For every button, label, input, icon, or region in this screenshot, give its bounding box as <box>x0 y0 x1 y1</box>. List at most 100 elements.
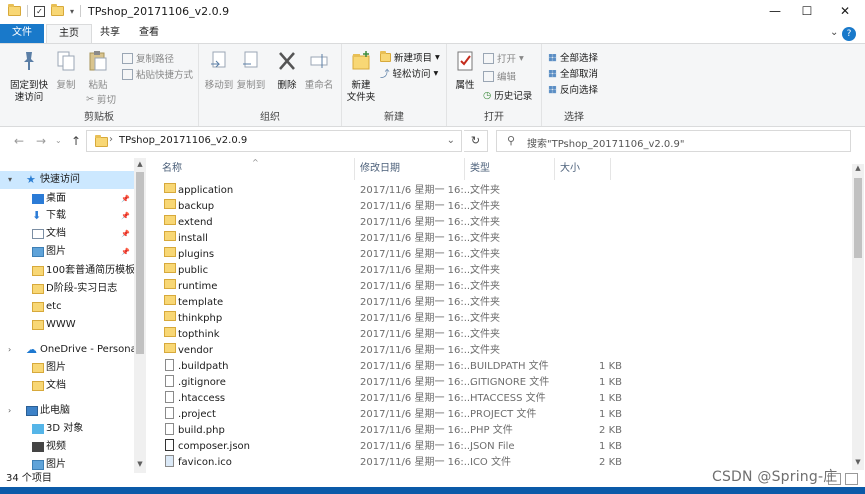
open-button[interactable]: 打开 ▾ <box>483 51 524 65</box>
column-header-type[interactable]: 类型 <box>470 158 490 180</box>
nav-item[interactable]: 图片 📌 <box>0 243 134 261</box>
minimize-button[interactable]: — <box>760 0 790 24</box>
recent-locations-chevron-icon[interactable]: ⌄ <box>55 136 62 145</box>
pin-quick-access-button[interactable]: 固定到快 速访问 <box>6 50 52 104</box>
file-row[interactable]: public 2017/11/6 星期一 16:... 文件夹 <box>158 263 628 279</box>
file-row[interactable]: .project 2017/11/6 星期一 16:... PROJECT 文件 1 … <box>158 407 628 423</box>
file-row[interactable]: application 2017/11/6 星期一 16:... 文件夹 <box>158 183 628 199</box>
scroll-down-arrow-icon[interactable]: ▼ <box>852 458 864 466</box>
file-row[interactable]: plugins 2017/11/6 星期一 16:... 文件夹 <box>158 247 628 263</box>
file-row[interactable]: runtime 2017/11/6 星期一 16:... 文件夹 <box>158 279 628 295</box>
rename-button[interactable]: 重命名 <box>303 50 335 92</box>
tab-share[interactable]: 共享 <box>88 24 132 44</box>
nav-item[interactable]: WWW <box>0 316 134 334</box>
tab-file[interactable]: 文件 <box>0 24 44 44</box>
file-row[interactable]: topthink 2017/11/6 星期一 16:... 文件夹 <box>158 327 628 343</box>
column-header-name[interactable]: 名称 <box>162 158 182 180</box>
file-row[interactable]: .gitignore 2017/11/6 星期一 16:... GITIGNORE … <box>158 375 628 391</box>
column-divider[interactable] <box>554 158 555 180</box>
search-input[interactable]: ⚲ 搜索"TPshop_20171106_v2.0.9" <box>496 130 851 152</box>
file-row[interactable]: .htaccess 2017/11/6 星期一 16:... HTACCESS 文件… <box>158 391 628 407</box>
tab-home[interactable]: 主页 <box>46 24 92 44</box>
nav-item[interactable]: ▾ ★ 快速访问 <box>0 171 134 189</box>
move-to-button[interactable]: 移动到 <box>203 50 235 92</box>
column-header-size[interactable]: 大小 <box>560 158 580 180</box>
copy-to-button[interactable]: 复制到 <box>235 50 267 92</box>
paste-button[interactable]: 粘贴 <box>84 50 112 92</box>
customize-dropdown-icon[interactable]: ▾ <box>70 7 74 16</box>
expand-chevron-icon[interactable]: › <box>8 341 11 359</box>
nav-item[interactable]: 文档 📌 <box>0 225 134 243</box>
nav-item[interactable]: 文档 <box>0 377 134 395</box>
scroll-up-arrow-icon[interactable]: ▲ <box>134 160 146 168</box>
column-header-date[interactable]: 修改日期 <box>360 158 400 180</box>
nav-item[interactable]: D阶段-实习日志 <box>0 280 134 298</box>
edit-button[interactable]: 编辑 <box>483 69 516 83</box>
copy-path-label: 复制路径 <box>136 54 175 65</box>
file-icon <box>165 375 174 387</box>
scroll-up-arrow-icon[interactable]: ▲ <box>852 164 864 172</box>
nav-pane-scroll-thumb[interactable] <box>136 172 144 354</box>
new-folder-button[interactable]: 新建 文件夹 <box>344 50 378 104</box>
column-divider[interactable] <box>354 158 355 180</box>
address-bar[interactable]: › TPshop_20171106_v2.0.9 ⌄ <box>86 130 462 152</box>
scroll-down-arrow-icon[interactable]: ▼ <box>134 460 146 468</box>
nav-item[interactable]: › ☁ OneDrive - Personal <box>0 341 140 359</box>
new-item-button[interactable]: 新建项目 ▾ <box>380 50 440 64</box>
nav-item[interactable]: 视频 <box>0 438 134 456</box>
history-button[interactable]: ◷ 历史记录 <box>483 88 532 103</box>
file-row[interactable]: .buildpath 2017/11/6 星期一 16:... BUILDPATH … <box>158 359 628 375</box>
nav-item[interactable]: ⬇ 下载 📌 <box>0 207 134 225</box>
tab-view[interactable]: 查看 <box>127 24 171 44</box>
up-arrow-icon[interactable]: ↑ <box>71 134 81 148</box>
file-row[interactable]: install 2017/11/6 星期一 16:... 文件夹 <box>158 231 628 247</box>
properties-button[interactable]: 属性 <box>451 50 479 92</box>
nav-item[interactable]: 图片 <box>0 456 134 474</box>
file-type: JSON File <box>470 441 515 452</box>
address-dropdown-icon[interactable]: ⌄ <box>447 135 455 146</box>
file-row[interactable]: vendor 2017/11/6 星期一 16:... 文件夹 <box>158 343 628 359</box>
nav-item[interactable]: 100套普通简历模板 <box>0 262 135 280</box>
breadcrumb-chevron-icon[interactable]: › <box>109 134 113 145</box>
file-row[interactable]: favicon.ico 2017/11/6 星期一 16:... ICO 文件 2 K… <box>158 455 628 471</box>
nav-item[interactable]: etc <box>0 298 134 316</box>
nav-item[interactable]: 3D 对象 <box>0 420 134 438</box>
close-button[interactable]: ✕ <box>830 0 860 24</box>
file-row[interactable]: thinkphp 2017/11/6 星期一 16:... 文件夹 <box>158 311 628 327</box>
column-divider[interactable] <box>464 158 465 180</box>
help-icon[interactable]: ? <box>842 27 856 41</box>
paste-shortcut-button[interactable]: 粘贴快捷方式 <box>122 67 193 81</box>
file-list-scroll-thumb[interactable] <box>854 178 862 258</box>
file-row[interactable]: composer.json 2017/11/6 星期一 16:... JSON Fi… <box>158 439 628 455</box>
forward-arrow-icon[interactable]: → <box>36 134 46 148</box>
invert-selection-button[interactable]: ▦ 反向选择 <box>548 82 598 97</box>
file-row[interactable]: template 2017/11/6 星期一 16:... 文件夹 <box>158 295 628 311</box>
column-divider[interactable] <box>610 158 611 180</box>
nav-pane-scrollbar[interactable]: ▲ ▼ <box>134 158 146 473</box>
large-icons-view-icon[interactable] <box>845 473 858 485</box>
file-name: composer.json <box>178 441 251 452</box>
copy-path-button[interactable]: 复制路径 <box>122 51 174 65</box>
back-arrow-icon[interactable]: ← <box>14 134 24 148</box>
refresh-button[interactable]: ↻ <box>464 130 488 152</box>
expand-chevron-icon[interactable]: › <box>8 402 11 420</box>
nav-item[interactable]: 桌面 📌 <box>0 190 134 208</box>
select-none-button[interactable]: ▦ 全部取消 <box>548 66 598 81</box>
nav-item-label: WWW <box>46 319 76 330</box>
delete-button[interactable]: 删除 <box>275 50 299 92</box>
nav-item[interactable]: › 此电脑 <box>0 402 134 420</box>
easy-access-button[interactable]: ⤴ 轻松访问 ▾ <box>380 66 438 81</box>
properties-quick-icon[interactable]: ✓ <box>34 5 45 17</box>
cut-button[interactable]: ✂ 剪切 <box>86 92 116 107</box>
expand-chevron-icon[interactable]: ▾ <box>8 171 12 189</box>
file-row[interactable]: extend 2017/11/6 星期一 16:... 文件夹 <box>158 215 628 231</box>
file-list-scrollbar[interactable]: ▲ ▼ <box>852 164 864 470</box>
new-folder-quick-icon[interactable] <box>51 4 64 16</box>
file-row[interactable]: backup 2017/11/6 星期一 16:... 文件夹 <box>158 199 628 215</box>
maximize-button[interactable]: ☐ <box>792 0 822 24</box>
select-all-button[interactable]: ▦ 全部选择 <box>548 50 598 65</box>
file-date: 2017/11/6 星期一 16:... <box>360 313 474 324</box>
copy-button[interactable]: 复制 <box>52 50 80 92</box>
nav-item[interactable]: 图片 <box>0 359 134 377</box>
file-row[interactable]: build.php 2017/11/6 星期一 16:... PHP 文件 2 KB <box>158 423 628 439</box>
